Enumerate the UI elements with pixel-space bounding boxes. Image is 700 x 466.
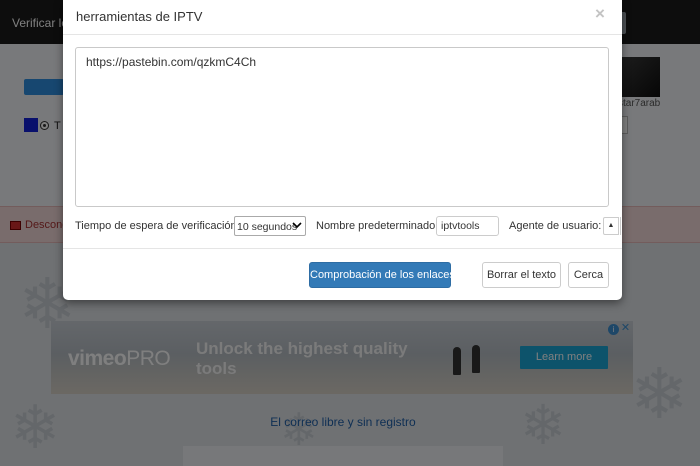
user-agent-dropdown[interactable] [619, 217, 621, 235]
options-row: Tiempo de espera de verificación: 10 seg… [75, 216, 621, 238]
user-agent-toggle[interactable]: ▲ [603, 217, 619, 235]
modal-footer: Comprobación de los enlaces Borrar el te… [63, 248, 622, 300]
modal-title: herramientas de IPTV [76, 9, 203, 24]
timeout-select[interactable]: 10 segundos [234, 216, 306, 236]
user-agent-label: Agente de usuario: [509, 220, 602, 232]
links-textarea[interactable] [75, 47, 609, 207]
chevron-down-icon [292, 220, 302, 230]
clear-text-button[interactable]: Borrar el texto [482, 262, 561, 288]
iptv-tools-modal: herramientas de IPTV × Tiempo de espera … [63, 0, 622, 300]
timeout-value: 10 segundos [237, 221, 298, 233]
default-name-label: Nombre predeterminado: [316, 220, 439, 232]
close-icon[interactable]: × [595, 4, 605, 24]
check-links-button[interactable]: Comprobación de los enlaces [309, 262, 455, 288]
close-button[interactable]: Cerca [568, 262, 609, 288]
timeout-label: Tiempo de espera de verificación: [75, 220, 240, 232]
default-name-input[interactable] [436, 216, 499, 236]
modal-header: herramientas de IPTV × [63, 0, 622, 35]
